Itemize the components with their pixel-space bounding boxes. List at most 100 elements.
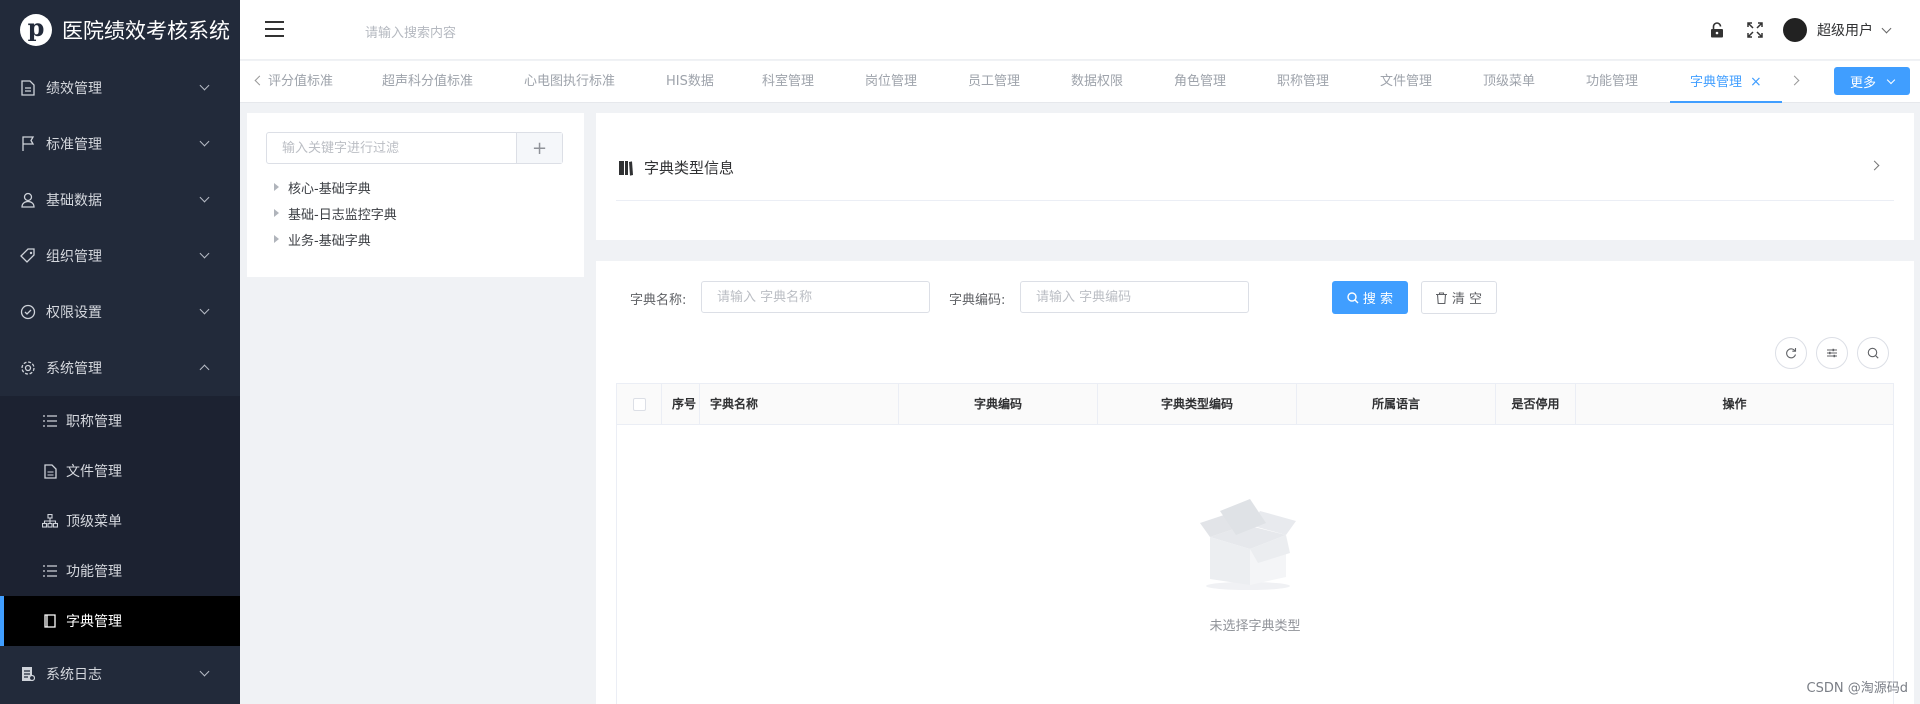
tab-item[interactable]: 顶级菜单 [1483,61,1535,103]
table-body: 未选择字典类型 [616,425,1894,704]
toggle-search-button[interactable] [1857,337,1889,369]
tree-node[interactable]: 基础-日志监控字典 [274,203,397,223]
menu-label: 基础数据 [46,193,102,209]
info-card-header[interactable]: 字典类型信息 [618,157,734,178]
tab-item[interactable]: 文件管理 [1380,61,1432,103]
search-icon [1347,291,1359,303]
fullscreen-icon[interactable] [1745,20,1765,40]
column-filter-button[interactable] [1816,337,1848,369]
tab-scroll-left-icon[interactable] [254,75,265,86]
column-header[interactable]: 所属语言 [1297,384,1496,424]
menu-item-organization[interactable]: 组织管理 [0,228,240,284]
submenu-item-functions[interactable]: 功能管理 [0,546,240,596]
dict-tree-panel: + 核心-基础字典 基础-日志监控字典 业务-基础字典 [247,113,584,277]
column-header[interactable]: 字典名称 [700,384,899,424]
menu-item-standard[interactable]: 标准管理 [0,116,240,172]
submenu-label: 字典管理 [66,614,122,630]
sliders-icon [1827,348,1837,358]
submenu-item-files[interactable]: 文件管理 [0,446,240,496]
tab-item[interactable]: HIS数据 [666,61,714,103]
menu-item-performance[interactable]: 绩效管理 [0,60,240,116]
search-icon [1867,347,1879,359]
search-button[interactable]: 搜 索 [1332,281,1408,314]
chevron-down-icon [1886,75,1896,84]
tab-item[interactable]: 职称管理 [1277,61,1329,103]
divider [616,200,1894,201]
tab-item[interactable]: 角色管理 [1174,61,1226,103]
tab-active[interactable]: 字典管理 × [1670,61,1782,103]
chevron-down-icon [199,192,210,203]
refresh-button[interactable] [1775,337,1807,369]
submenu-item-titles[interactable]: 职称管理 [0,396,240,446]
tab-item[interactable]: 岗位管理 [865,61,917,103]
menu-label: 标准管理 [46,137,102,153]
column-header[interactable]: 序号 [662,384,700,424]
user-icon [20,192,36,208]
username[interactable]: 超级用户 [1817,20,1873,40]
tab-item[interactable]: 员工管理 [968,61,1020,103]
chevron-down-icon[interactable] [1881,23,1892,33]
tab-item[interactable]: 功能管理 [1586,61,1638,103]
empty-text: 未选择字典类型 [1209,619,1301,634]
tab-scroll-right-icon[interactable] [1789,75,1800,86]
submenu-label: 职称管理 [66,414,122,430]
dict-code-input[interactable] [1020,281,1249,313]
app-logo[interactable]: 医院绩效考核系统 [0,0,240,60]
sidebar: 医院绩效考核系统 绩效管理 标准管理 基础数据 组织管理 权限设置 系统管理 职… [0,0,240,704]
menu-item-permissions[interactable]: 权限设置 [0,284,240,340]
tab-item[interactable]: 评分值标准 [268,61,333,103]
menu-item-system-log[interactable]: 系统日志 [0,646,240,702]
caret-right-icon[interactable] [274,183,279,191]
tab-item[interactable]: 心电图执行标准 [524,61,615,103]
log-icon [20,666,36,682]
tab-item[interactable]: 超声科分值标准 [382,61,473,103]
book-icon [619,160,633,176]
column-header[interactable]: 字典类型编码 [1098,384,1297,424]
app-title: 医院绩效考核系统 [62,19,230,43]
column-header[interactable]: 是否停用 [1496,384,1576,424]
menu-label: 权限设置 [46,305,102,321]
dict-code-label: 字典编码: [949,293,1006,308]
header-search[interactable]: 请输入搜索内容 [365,22,456,41]
tab-item[interactable]: 科室管理 [762,61,814,103]
dict-name-label: 字典名称: [630,293,687,308]
menu-toggle-icon[interactable] [265,21,284,37]
flag-icon [20,136,36,152]
clear-button[interactable]: 清 空 [1421,281,1497,314]
book-icon [42,613,58,629]
tree-node[interactable]: 业务-基础字典 [274,229,371,249]
avatar[interactable] [1783,18,1807,42]
menu-label: 绩效管理 [46,81,102,97]
column-header[interactable]: 操作 [1576,384,1893,424]
clear-button-label: 清 空 [1451,292,1483,307]
close-icon[interactable]: × [1750,74,1762,90]
submenu-item-top-menu[interactable]: 顶级菜单 [0,496,240,546]
gear-icon [20,360,36,376]
submenu-label: 文件管理 [66,464,122,480]
tab-label: 字典管理 [1690,75,1743,90]
watermark: CSDN @淘源码d [1806,681,1908,696]
trash-icon [1435,291,1447,304]
tree-filter-input[interactable] [267,133,516,163]
more-tabs-button[interactable]: 更多 [1834,67,1910,95]
chevron-down-icon [199,666,210,677]
menu-item-basic-data[interactable]: 基础数据 [0,172,240,228]
chevron-up-icon [199,364,210,375]
dict-list-card: 字典名称: 字典编码: 搜 索 清 空 序号 字典名称 字典编码 字典类型编码 … [596,261,1914,704]
dict-name-input[interactable] [701,281,930,313]
menu-label: 系统日志 [46,667,102,683]
column-header[interactable]: 字典编码 [899,384,1098,424]
tab-item[interactable]: 数据权限 [1071,61,1123,103]
caret-right-icon[interactable] [274,235,279,243]
lock-icon[interactable] [1707,20,1727,40]
tree-node-label: 核心-基础字典 [288,181,371,197]
tree-node[interactable]: 核心-基础字典 [274,177,371,197]
menu-item-system[interactable]: 系统管理 [0,340,240,396]
caret-right-icon[interactable] [274,209,279,217]
select-all-checkbox[interactable] [632,398,646,411]
submenu-item-dictionary[interactable]: 字典管理 [0,596,240,646]
submenu-label: 功能管理 [66,564,122,580]
chevron-right-icon[interactable] [1869,160,1880,171]
add-button[interactable]: + [516,133,562,163]
table-header: 序号 字典名称 字典编码 字典类型编码 所属语言 是否停用 操作 [616,383,1894,425]
